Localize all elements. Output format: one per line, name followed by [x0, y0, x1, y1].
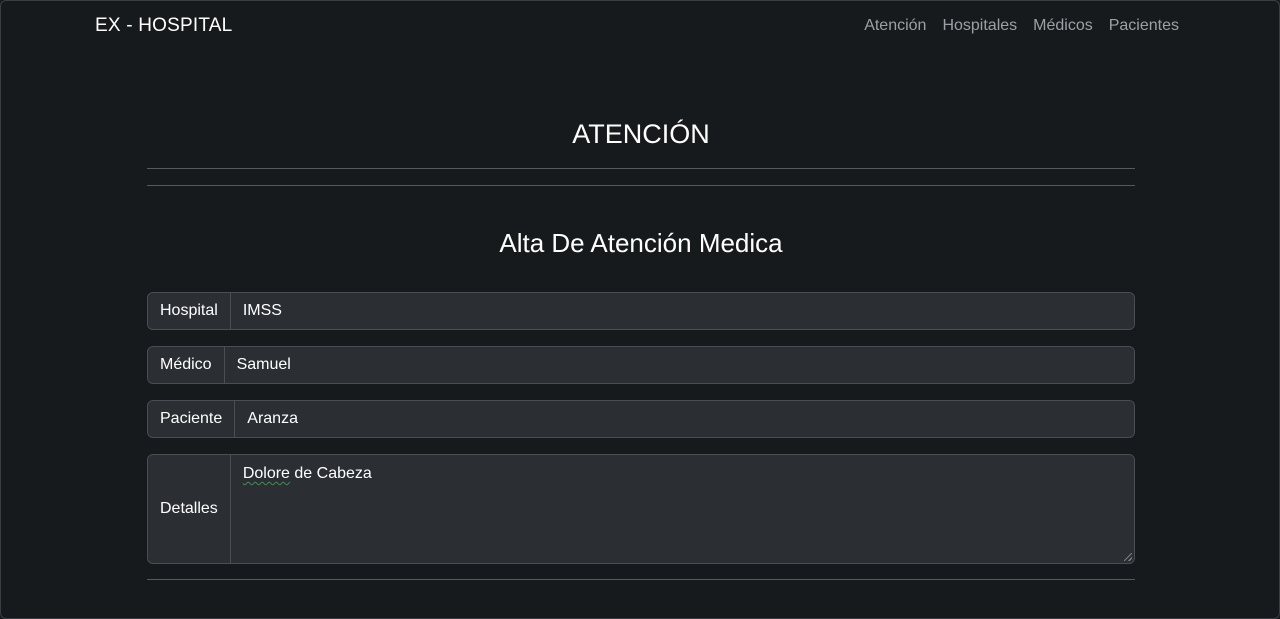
divider: [147, 168, 1135, 169]
spellcheck-word: Dolore: [242, 465, 290, 482]
app-window: EX - HOSPITAL Atención Hospitales Médico…: [0, 0, 1280, 619]
medico-input-group: Médico Samuel: [147, 346, 1135, 384]
divider: [147, 579, 1135, 580]
section-title: Alta De Atención Medica: [499, 228, 783, 258]
hospital-label: Hospital: [148, 293, 231, 329]
page-title: ATENCIÓN: [572, 119, 710, 149]
detalles-input-group: Detalles Dolore de Cabeza: [147, 454, 1135, 564]
hospital-select[interactable]: IMSS: [230, 293, 1134, 329]
detalles-label: Detalles: [148, 455, 231, 563]
nav-links: Atención Hospitales Médicos Pacientes: [864, 17, 1179, 35]
medico-select[interactable]: Samuel: [224, 347, 1134, 383]
brand-logo[interactable]: EX - HOSPITAL: [95, 15, 232, 37]
detalles-textarea[interactable]: Dolore de Cabeza: [230, 455, 1134, 563]
resize-handle-icon[interactable]: [1124, 553, 1132, 561]
nav-link-pacientes[interactable]: Pacientes: [1109, 17, 1179, 35]
navbar: EX - HOSPITAL Atención Hospitales Médico…: [1, 1, 1280, 53]
medico-label: Médico: [148, 347, 225, 383]
paciente-label: Paciente: [148, 401, 236, 437]
divider: [147, 185, 1135, 186]
nav-link-hospitales[interactable]: Hospitales: [942, 17, 1017, 35]
hospital-input-group: Hospital IMSS: [147, 292, 1135, 330]
detalles-text: de Cabeza: [289, 465, 372, 482]
nav-link-medicos[interactable]: Médicos: [1033, 17, 1093, 35]
paciente-input-group: Paciente Aranza: [147, 400, 1135, 438]
paciente-select[interactable]: Aranza: [235, 401, 1134, 437]
nav-link-atencion[interactable]: Atención: [864, 17, 926, 35]
